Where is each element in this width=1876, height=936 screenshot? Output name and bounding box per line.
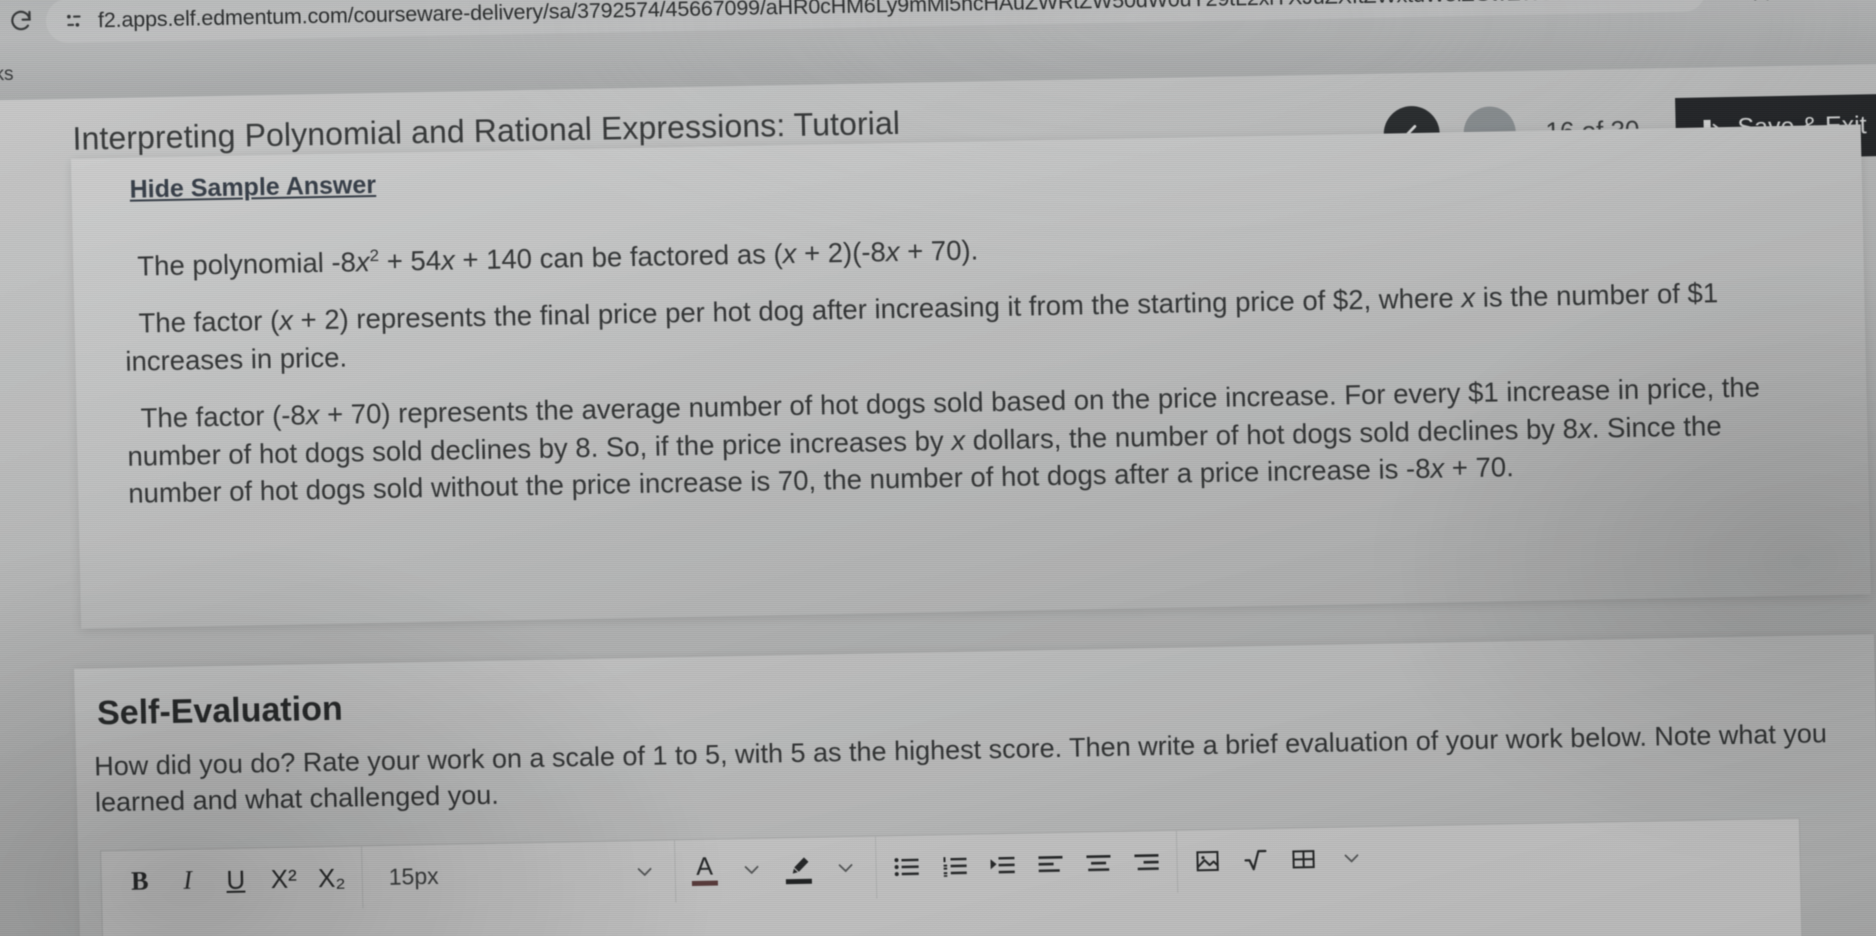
insert-image-icon [1194,849,1221,873]
underline-button[interactable]: U [211,853,260,906]
font-size-select[interactable]: 15px [368,845,669,903]
insert-table-dropdown[interactable] [1327,832,1376,885]
highlight-color-dropdown[interactable] [821,842,870,895]
text-color-button[interactable]: A [681,844,728,897]
align-center-button[interactable] [1074,837,1123,890]
browser-window: f2.apps.elf.edmentum.com/courseware-deli… [0,0,1876,936]
bullet-list-button[interactable] [882,840,931,893]
indent-increase-icon [988,853,1017,878]
site-settings-icon[interactable] [62,9,87,33]
highlight-color-button[interactable] [775,843,822,896]
chevron-down-icon [835,861,855,875]
align-left-button[interactable] [1026,838,1075,891]
reload-icon[interactable] [4,3,39,38]
editor-group-font-size: 15px [362,840,677,909]
insert-table-button[interactable] [1279,833,1328,886]
align-right-button[interactable] [1122,836,1171,889]
chevron-down-icon [1341,851,1361,865]
font-size-value: 15px [388,862,439,890]
sample-answer-paragraph: The polynomial -8x2 + 54x + 140 can be f… [136,234,979,282]
editor-group-insert [1177,827,1382,893]
italic-button[interactable]: I [163,854,212,907]
courseware-page: Interpreting Polynomial and Rational Exp… [0,63,1876,936]
text-color-letter: A [695,852,714,881]
numbered-list-icon [940,854,969,879]
collections-icon[interactable] [1809,0,1840,3]
sample-answer-body: The polynomial -8x2 + 54x + 140 can be f… [123,216,1808,513]
subscript-button[interactable]: X₂ [307,851,356,904]
editor-group-lists-align [875,830,1179,899]
bullet-list-icon [892,855,921,880]
insert-table-icon [1290,847,1317,871]
self-evaluation-prompt: How did you do? Rate your work on a scal… [93,718,1828,818]
insert-equation-button[interactable] [1231,834,1280,887]
sample-answer-paragraph: The factor (x + 2) represents the final … [125,277,1719,377]
chevron-down-icon [742,863,762,877]
editor-toolbar: B I U X² X₂ 15px A [101,819,1800,914]
self-evaluation-title: Self-Evaluation [96,689,344,733]
align-center-icon [1084,851,1113,876]
superscript-button[interactable]: X² [259,852,308,905]
highlighter-pen-icon [785,854,811,876]
hide-sample-answer-link[interactable]: Hide Sample Answer [129,171,376,205]
self-evaluation-section: Self-Evaluation How did you do? Rate you… [74,634,1876,936]
text-color-dropdown[interactable] [727,843,776,896]
sample-answer-paragraph: The factor (-8x + 70) represents the ave… [127,371,1761,509]
align-left-icon [1036,852,1065,877]
text-color-swatch [691,880,718,887]
numbered-list-button[interactable] [930,840,979,893]
bold-button[interactable]: B [115,855,164,908]
screen-photo: f2.apps.elf.edmentum.com/courseware-deli… [0,0,1876,936]
increase-indent-button[interactable] [978,839,1027,892]
bookmark-star-icon[interactable] [1745,0,1776,5]
bookmark-item-links[interactable]: Links [0,64,14,87]
insert-image-button[interactable] [1183,835,1232,888]
editor-group-colors: A [674,836,878,903]
rich-text-editor: B I U X² X₂ 15px A [100,817,1804,936]
editor-group-text-style: B I U X² X₂ [109,846,364,914]
sample-answer-card: Hide Sample Answer The polynomial -8x2 +… [70,124,1871,629]
highlight-color-swatch [785,878,812,884]
chevron-down-icon [635,865,655,879]
align-right-icon [1132,850,1161,875]
insert-equation-icon [1242,848,1269,872]
